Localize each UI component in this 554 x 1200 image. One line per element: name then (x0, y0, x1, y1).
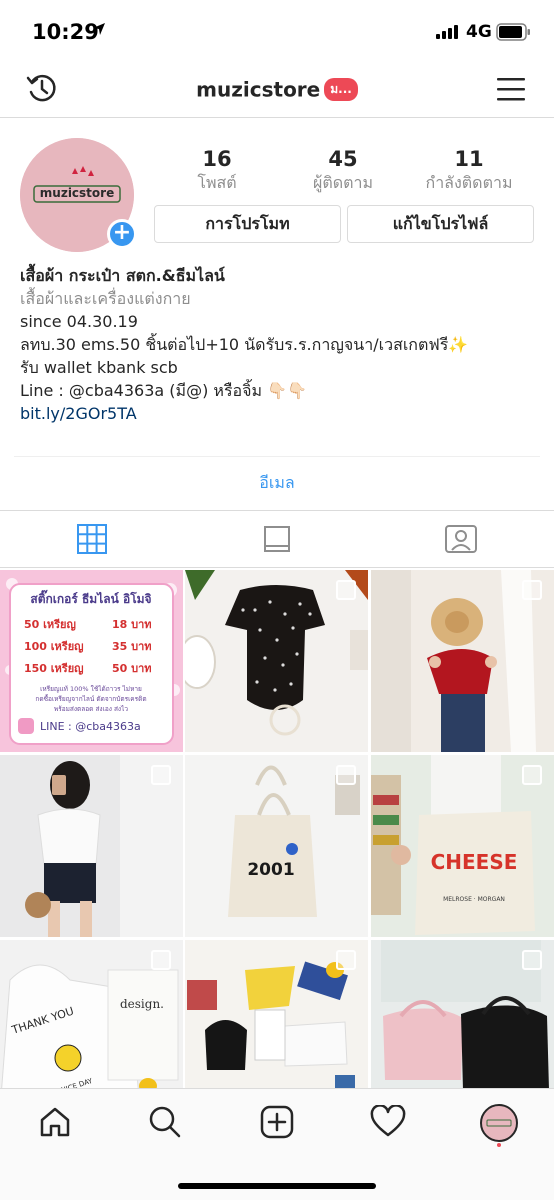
igtv-icon[interactable] (262, 523, 292, 555)
home-indicator (178, 1183, 376, 1189)
add-story-button[interactable]: + (107, 219, 137, 249)
post-tile[interactable]: 2001 (185, 755, 368, 937)
multi-select-icon (522, 765, 542, 785)
bag-2001-text: 2001 (247, 860, 294, 880)
posts-count: 16 (202, 147, 232, 171)
posts-grid: สติ๊กเกอร์ ธีมไลน์ อิโมจิ 50 เหรียญ 18 บ… (0, 570, 554, 1090)
signal-icon (436, 25, 458, 39)
battery-icon (496, 23, 530, 41)
category-label: เสื้อผ้าและเครื่องแต่งกาย (20, 289, 191, 308)
avatar-logo-text: muzicstore (40, 186, 114, 200)
following-label: กำลังติดตาม (425, 173, 513, 192)
notification-badge: ม... (324, 78, 358, 101)
home-icon[interactable] (38, 1105, 72, 1139)
promote-button[interactable]: การโปรโมท (154, 205, 341, 243)
multi-select-icon (336, 765, 356, 785)
sticker-note: กดซื้อเหรียญจากไลน์ ตัดจากบัตรเครดิต (35, 694, 146, 703)
post-tile[interactable] (0, 755, 183, 937)
bio-line: ลทบ.30 ems.50 ชิ้นต่อไป+10 นัดรับร.ร.กาญ… (20, 335, 469, 354)
hamburger-menu-icon[interactable] (496, 74, 526, 104)
multi-select-icon (522, 580, 542, 600)
post-tile[interactable]: สติ๊กเกอร์ ธีมไลน์ อิโมจิ 50 เหรียญ 18 บ… (0, 570, 183, 752)
stat-posts[interactable]: 16 โพสต์ (152, 146, 282, 194)
post-tile[interactable] (371, 940, 554, 1090)
post-tile[interactable] (185, 570, 368, 752)
status-time: 10:29 (32, 20, 99, 44)
multi-select-icon (522, 950, 542, 970)
search-icon[interactable] (148, 1105, 182, 1139)
post-tile[interactable] (371, 570, 554, 752)
posts-label: โพสต์ (197, 173, 237, 192)
followers-label: ผู้ติดตาม (312, 173, 374, 192)
multi-select-icon (336, 580, 356, 600)
sticker-price: 35 บาท (112, 640, 152, 653)
multi-select-icon (336, 950, 356, 970)
username: muzicstore (196, 77, 321, 102)
sticker-price-post: สติ๊กเกอร์ ธีมไลน์ อิโมจิ 50 เหรียญ 18 บ… (0, 570, 183, 752)
username-title[interactable]: muzicstore ม... (0, 76, 554, 102)
email-button[interactable]: อีเมล (14, 456, 540, 508)
sticker-title: สติ๊กเกอร์ ธีมไลน์ อิโมจิ (30, 589, 151, 606)
multi-select-icon (151, 765, 171, 785)
post-tile[interactable]: CHEESE MELROSE · MORGAN (371, 755, 554, 937)
stat-following[interactable]: 11 กำลังติดตาม (404, 146, 534, 194)
grid-icon[interactable] (76, 523, 108, 555)
bio-line: Line : @cba4363a (มี@) หรือจิ้ม 👇🏻👇🏻 (20, 381, 307, 400)
post-tile[interactable] (185, 940, 368, 1090)
new-post-icon[interactable] (260, 1105, 294, 1139)
bio-line: since 04.30.19 (20, 312, 138, 331)
sticker-note: พร้อมส่งตลอด ส่งเอง ส่งไว (54, 705, 128, 713)
design-text: design. (120, 997, 164, 1011)
cheese-subtext: MELROSE · MORGAN (443, 896, 505, 903)
status-bar: 10:29 4G (0, 0, 554, 64)
sticker-coins: 150 เหรียญ (24, 662, 84, 675)
bio: เสื้อผ้า กระเป๋า สตก.&ธีมไลน์ เสื้อผ้าแล… (20, 264, 540, 425)
edit-profile-button[interactable]: แก้ไขโปรไฟล์ (347, 205, 534, 243)
post-tile[interactable]: design. THANK YOU HAVE A NICE DAY (0, 940, 183, 1090)
cheese-text: CHEESE (431, 850, 518, 874)
network-type: 4G (466, 22, 492, 42)
stat-followers[interactable]: 45 ผู้ติดตาม (278, 146, 408, 194)
profile-tabs (0, 510, 554, 568)
multi-select-icon (151, 950, 171, 970)
sticker-line-id: LINE : @cba4363a (40, 720, 141, 733)
sticker-coins: 100 เหรียญ (24, 640, 84, 653)
bio-link[interactable]: bit.ly/2GOr5TA (20, 402, 540, 425)
display-name: เสื้อผ้า กระเป๋า สตก.&ธีมไลน์ (20, 266, 225, 285)
sticker-price: 50 บาท (112, 662, 152, 675)
sticker-note: เหรียญแท้ 100% ใช้ได้ถาวร ไม่หาย (40, 685, 142, 693)
sticker-coins: 50 เหรียญ (24, 618, 76, 631)
sticker-price: 18 บาท (112, 618, 152, 631)
profile-header: muzicstore ม... (0, 64, 554, 118)
activity-heart-icon[interactable] (370, 1105, 406, 1139)
bio-line: รับ wallet kbank scb (20, 358, 178, 377)
profile-avatar-tab[interactable] (479, 1103, 519, 1147)
location-arrow-icon (93, 23, 105, 35)
following-count: 11 (454, 147, 484, 171)
tagged-icon[interactable] (444, 523, 478, 555)
followers-count: 45 (328, 147, 358, 171)
